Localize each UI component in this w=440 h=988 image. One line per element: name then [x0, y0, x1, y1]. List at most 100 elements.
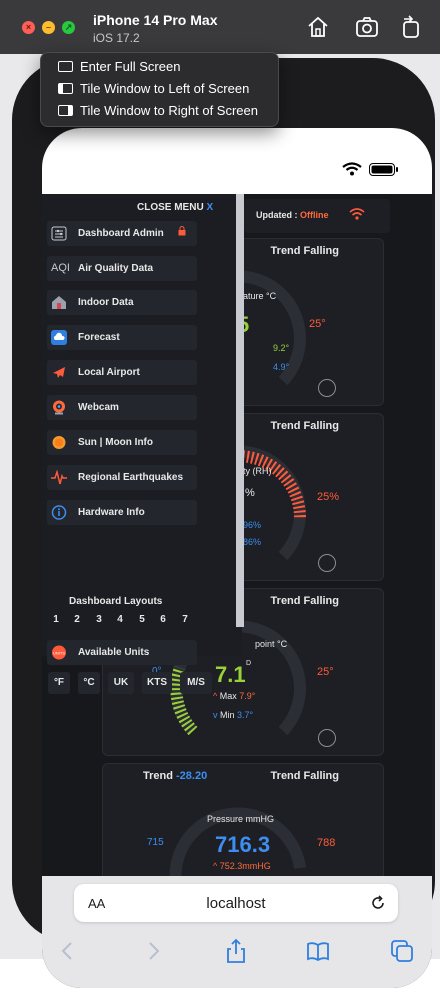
signal-icon	[349, 208, 365, 220]
history-icon[interactable]	[318, 729, 336, 747]
tile-right-icon	[58, 105, 73, 116]
menu-item-label: Local Airport	[78, 367, 140, 378]
close-window-button[interactable]: ×	[22, 21, 35, 34]
lock-icon	[178, 226, 186, 236]
cloud-icon	[51, 330, 67, 345]
menu-item-label: Air Quality Data	[78, 263, 154, 274]
window-context-menu: Enter Full Screen Tile Window to Left of…	[40, 52, 279, 127]
zoom-window-button[interactable]: ↗	[62, 21, 75, 34]
fullscreen-icon	[58, 61, 73, 72]
menu-item-webcam[interactable]: Webcam	[47, 395, 197, 420]
card-label: ty (RH)	[243, 466, 272, 476]
menu-item-sun-moon[interactable]: Sun | Moon Info	[47, 430, 197, 455]
webcam-icon	[53, 400, 65, 415]
trend-status: Trend Falling	[270, 595, 339, 607]
ios-status-bar	[42, 128, 432, 194]
seismograph-icon	[51, 470, 67, 485]
card-label: point °C	[255, 639, 288, 649]
share-icon[interactable]	[223, 938, 249, 964]
bookmarks-icon[interactable]	[305, 938, 331, 964]
wifi-icon	[342, 162, 362, 176]
zoom-icon: ↗	[64, 22, 73, 32]
units-icon: UNITS	[52, 645, 66, 660]
unit-uk-button[interactable]: UK	[108, 672, 134, 694]
humidity-high: 25%	[317, 491, 340, 503]
temperature-max: 9.2°	[273, 343, 290, 353]
humidity-min: 86%	[243, 537, 262, 547]
menu-item-label: Regional Earthquakes	[78, 472, 184, 483]
layout-option-3[interactable]: 3	[91, 614, 107, 628]
offline-status: Offline	[300, 210, 329, 220]
humidity-unit: %	[245, 487, 255, 499]
sliders-icon	[51, 226, 67, 241]
rotate-icon[interactable]	[398, 14, 424, 40]
close-menu-button[interactable]: CLOSE MENU X	[137, 202, 213, 213]
dewpoint-max: ^ Max 7.9°	[213, 691, 256, 701]
pressure-high: 788	[317, 837, 336, 849]
dewpoint-high: 25°	[317, 666, 334, 678]
side-menu: CLOSE MENU X Dashboard Admin AQI Air Qua…	[42, 194, 242, 694]
temperature-high: 25°	[309, 318, 326, 330]
menu-item-available-units[interactable]: UNITS Available Units	[47, 640, 197, 665]
card-label: ature °C	[243, 291, 277, 301]
layout-option-4[interactable]: 4	[112, 614, 128, 628]
home-icon[interactable]	[305, 14, 331, 40]
battery-icon	[369, 163, 398, 176]
history-icon[interactable]	[318, 554, 336, 572]
dewpoint-min: v Min 3.7°	[213, 710, 254, 720]
layout-option-7[interactable]: 7	[177, 614, 193, 628]
unit-ms-button[interactable]: M/S	[180, 672, 212, 694]
menu-item-air-quality[interactable]: AQI Air Quality Data	[47, 256, 197, 281]
menu-item-label: Sun | Moon Info	[78, 437, 153, 448]
info-icon	[51, 505, 67, 520]
url-text: localhost	[206, 895, 266, 912]
pressure-label: Pressure mmHG	[207, 814, 275, 824]
layout-option-5[interactable]: 5	[134, 614, 150, 628]
menu-item-label: Available Units	[78, 647, 150, 658]
updated-label: Updated :	[256, 210, 298, 220]
menu-item-regional-earthquakes[interactable]: Regional Earthquakes	[47, 465, 197, 490]
layout-option-2[interactable]: 2	[69, 614, 85, 628]
screenshot-icon[interactable]	[354, 14, 380, 40]
os-version: iOS 17.2	[93, 31, 140, 45]
menu-item-dashboard-admin[interactable]: Dashboard Admin	[47, 221, 197, 246]
pressure-value: 716.3	[215, 832, 271, 857]
close-icon: ×	[25, 22, 32, 32]
tick-mark	[309, 321, 313, 323]
svg-text:UNITS: UNITS	[53, 651, 65, 656]
menu-item-hardware-info[interactable]: Hardware Info	[47, 500, 197, 525]
dewpoint-unit: D	[246, 660, 252, 667]
pressure-max: ^ 752.3mmHG	[213, 861, 271, 871]
tabs-icon[interactable]	[389, 938, 415, 964]
unit-celsius-button[interactable]: °C	[78, 672, 100, 694]
layout-option-6[interactable]: 6	[155, 614, 171, 628]
tile-left-icon	[58, 83, 73, 94]
address-bar[interactable]: AA localhost	[74, 884, 398, 922]
phone-screen: Updated : Offline Trend Falling ature °C…	[42, 128, 432, 988]
unit-knots-button[interactable]: KTS	[142, 672, 172, 694]
menu-item-indoor-data[interactable]: Indoor Data	[47, 290, 197, 315]
pressure-low: 715	[147, 837, 164, 848]
menu-item-label: Forecast	[78, 332, 120, 343]
iphone-frame: Updated : Offline Trend Falling ature °C…	[12, 58, 435, 988]
airplane-icon	[53, 367, 65, 378]
minimize-window-button[interactable]: –	[42, 21, 55, 34]
menu-scrollbar[interactable]	[236, 194, 244, 627]
unit-fahrenheit-button[interactable]: °F	[48, 672, 70, 694]
aqi-icon: AQI	[51, 262, 70, 274]
updated-status-bar: Updated : Offline	[244, 199, 390, 233]
reload-icon[interactable]	[370, 895, 386, 911]
pressure-card[interactable]: Trend -28.20 Trend Falling Pressure mmHG…	[102, 763, 384, 884]
trend-status: Trend Falling	[270, 770, 339, 782]
menu-item-local-airport[interactable]: Local Airport	[47, 360, 197, 385]
menu-item-label: Hardware Info	[78, 507, 145, 518]
trend-status: Trend Falling	[270, 420, 339, 432]
menu-item-label: Dashboard Admin	[78, 228, 164, 239]
menu-item-forecast[interactable]: Forecast	[47, 325, 197, 350]
history-icon[interactable]	[318, 379, 336, 397]
dewpoint-value: 7.1	[215, 662, 246, 687]
trend-status: Trend Falling	[270, 245, 339, 257]
back-icon[interactable]	[55, 938, 81, 964]
forward-icon[interactable]	[140, 938, 166, 964]
layout-option-1[interactable]: 1	[48, 614, 64, 628]
